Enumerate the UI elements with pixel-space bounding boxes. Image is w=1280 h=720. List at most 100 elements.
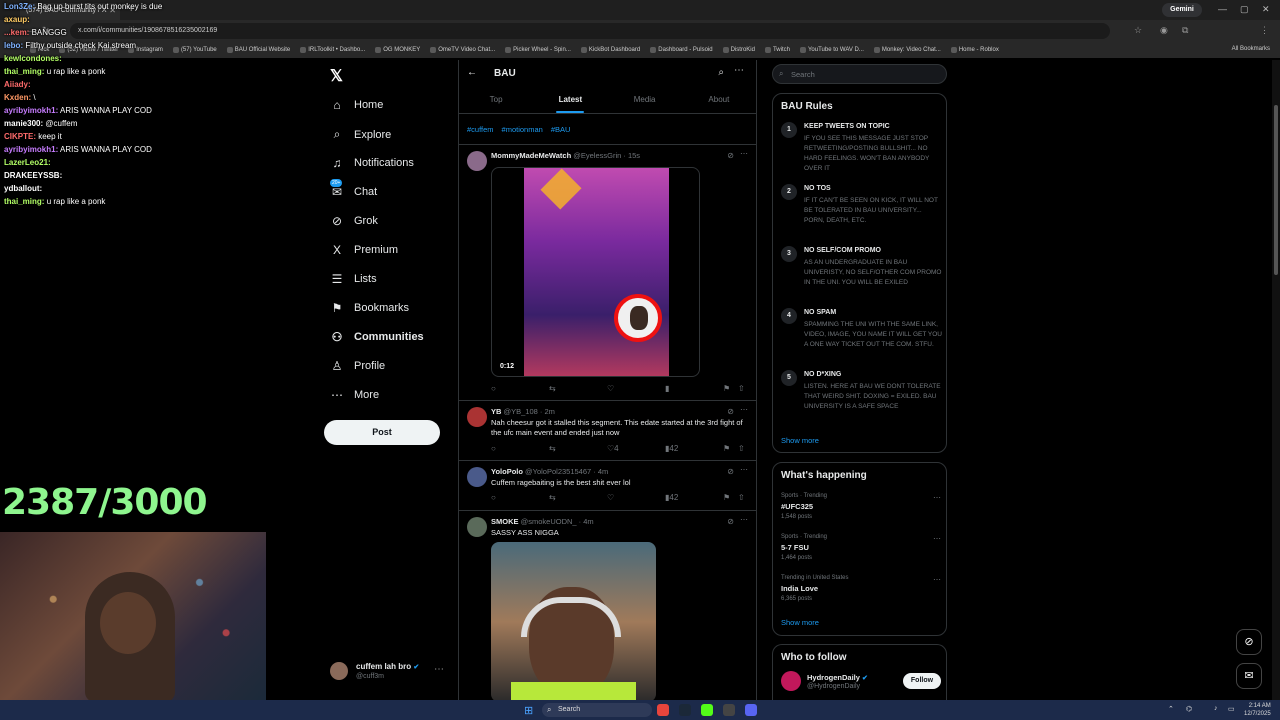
back-icon[interactable]: ←: [10, 25, 19, 35]
chrome-icon[interactable]: [657, 704, 669, 716]
browser-tab[interactable]: (574) BAU Community / X ✕: [20, 3, 120, 20]
messages-fab-icon[interactable]: ✉: [1236, 663, 1262, 689]
avatar[interactable]: [467, 407, 487, 427]
show-more-link[interactable]: Show more: [781, 436, 819, 445]
puzzle-icon[interactable]: ⧉: [1182, 25, 1188, 36]
nav-item-communities[interactable]: ⚇ Communities: [330, 330, 424, 344]
bookmark-item[interactable]: (52) Home / Twitter: [59, 47, 118, 53]
nav-item-profile[interactable]: ♙ Profile: [330, 359, 386, 373]
trend-item[interactable]: Trending in United States India Love 6,365…: [781, 575, 941, 602]
more-icon[interactable]: ⋯: [933, 493, 941, 502]
grok-icon[interactable]: ⊘: [727, 151, 734, 160]
like-icon[interactable]: ♡ 4: [607, 444, 619, 453]
bookmark-icon[interactable]: ⚑: [723, 444, 730, 453]
nav-item-chat[interactable]: ✉ Chat 20+: [330, 179, 377, 199]
bookmark-icon[interactable]: ⚑: [723, 384, 730, 393]
new-tab-icon[interactable]: +: [128, 3, 134, 15]
taskbar-search[interactable]: ⌕ Search: [542, 703, 652, 717]
steam-icon[interactable]: [679, 704, 691, 716]
more-icon[interactable]: ⋯: [740, 465, 748, 474]
reply-icon[interactable]: ○: [491, 444, 496, 453]
nav-item-home[interactable]: ⌂ Home: [330, 98, 383, 112]
grok-icon[interactable]: ⊘: [727, 467, 734, 476]
bookmark-item[interactable]: KickBot Dashboard: [580, 47, 640, 53]
avatar[interactable]: [467, 517, 487, 537]
reply-icon[interactable]: ○: [491, 384, 496, 393]
post-image[interactable]: [491, 542, 656, 700]
x-logo-icon[interactable]: 𝕏: [330, 66, 343, 86]
more-icon[interactable]: ⋯: [740, 515, 748, 524]
system-clock[interactable]: 2:14 AM 12/7/2025: [1244, 702, 1271, 718]
url-input[interactable]: x.com/i/communities/1908678516235002169: [70, 23, 1110, 39]
kick-icon[interactable]: [701, 704, 713, 716]
windows-start-icon[interactable]: ⊞: [524, 704, 533, 717]
share-icon[interactable]: ⇧: [738, 493, 745, 502]
scrollbar[interactable]: [1272, 60, 1280, 700]
bookmark-item[interactable]: Twitch: [764, 47, 790, 53]
grok-fab-icon[interactable]: ⊘: [1236, 629, 1262, 655]
bookmark-item[interactable]: Instagram: [128, 47, 163, 53]
hashtag-link[interactable]: #BAU: [551, 125, 571, 134]
volume-icon[interactable]: ♪: [1214, 705, 1218, 712]
bookmark-item[interactable]: Kick: [30, 47, 49, 53]
post[interactable]: YoloPolo @YoloPol23515467 · 4m ⊘ ⋯ Cuffe…: [459, 463, 756, 509]
all-bookmarks[interactable]: All Bookmarks: [1232, 46, 1270, 52]
bookmark-item[interactable]: DistroKid: [722, 47, 755, 53]
close-window-icon[interactable]: ✕: [1262, 4, 1270, 15]
nav-item-explore[interactable]: ⌕ Explore: [330, 127, 392, 142]
bookmark-item[interactable]: Picker Wheel - Spin...: [505, 47, 571, 53]
nav-item-notifications[interactable]: ♫ Notifications: [330, 156, 414, 170]
menu-icon[interactable]: ⋮: [1260, 25, 1269, 36]
tab-top[interactable]: Top: [459, 90, 533, 113]
bookmark-item[interactable]: OmeTV Video Chat...: [430, 47, 495, 53]
post[interactable]: SMOKE @smokeUODN_ · 4m ⊘ ⋯ SASSY ASS NIG…: [459, 513, 756, 700]
tab-about[interactable]: About: [682, 90, 756, 113]
account-switcher[interactable]: cuffem lah bro ✔ @cuff3m ⋯: [330, 660, 450, 688]
battery-icon[interactable]: ▭: [1228, 705, 1235, 713]
like-icon[interactable]: ♡: [607, 384, 614, 393]
trend-item[interactable]: Sports · Trending #UFC325 1,548 posts ⋯: [781, 493, 941, 520]
network-icon[interactable]: ⌬: [1186, 705, 1192, 713]
post[interactable]: YB @YB_108 · 2m ⊘ ⋯ Nah cheesur got it s…: [459, 403, 756, 459]
hashtag-link[interactable]: #motionman: [502, 125, 543, 134]
nav-item-more[interactable]: ⋯ More: [330, 388, 379, 402]
nav-item-premium[interactable]: X Premium: [330, 243, 398, 257]
more-icon[interactable]: ⋯: [933, 534, 941, 543]
show-more-link[interactable]: Show more: [781, 618, 819, 627]
share-icon[interactable]: ⇧: [738, 444, 745, 453]
post-button[interactable]: Post: [324, 420, 440, 445]
extension-icon[interactable]: ◉: [1160, 25, 1168, 36]
views-icon[interactable]: ▮: [665, 384, 669, 393]
back-arrow-icon[interactable]: ←: [467, 67, 477, 78]
post-author[interactable]: SMOKE: [491, 517, 519, 526]
avatar[interactable]: [467, 151, 487, 171]
grok-icon[interactable]: ⊘: [727, 407, 734, 416]
grok-icon[interactable]: ⊘: [727, 517, 734, 526]
star-icon[interactable]: ☆: [1134, 25, 1142, 36]
views-icon[interactable]: ▮ 42: [665, 444, 678, 453]
bookmark-item[interactable]: Home - Roblox: [950, 47, 999, 53]
repost-icon[interactable]: ⇆: [549, 384, 556, 393]
forward-icon[interactable]: →: [26, 25, 35, 35]
post-author[interactable]: MommyMadeMeWatch: [491, 151, 571, 160]
like-icon[interactable]: ♡: [607, 493, 614, 502]
bookmark-item[interactable]: OG MONKEY: [375, 47, 420, 53]
more-icon[interactable]: ⋯: [740, 405, 748, 414]
hashtag-link[interactable]: #cuffem: [467, 125, 494, 134]
maximize-icon[interactable]: ▢: [1240, 4, 1249, 15]
reload-icon[interactable]: ↻: [42, 25, 50, 36]
discord-icon[interactable]: [745, 704, 757, 716]
minimize-icon[interactable]: —: [1218, 4, 1227, 14]
share-icon[interactable]: ⇧: [738, 384, 745, 393]
bookmark-item[interactable]: IRLToolkit • Dashbo...: [300, 47, 365, 53]
avatar[interactable]: [467, 467, 487, 487]
post-author[interactable]: YB: [491, 407, 501, 416]
views-icon[interactable]: ▮ 42: [665, 493, 678, 502]
more-icon[interactable]: ⋯: [740, 149, 748, 158]
post-author[interactable]: YoloPolo: [491, 467, 523, 476]
tab-media[interactable]: Media: [608, 90, 682, 113]
bookmark-item[interactable]: Dashboard - Pulsoid: [650, 47, 713, 53]
tray-chevron-icon[interactable]: ⌃: [1168, 705, 1174, 713]
trend-item[interactable]: Sports · Trending 5-7 FSU 1,464 posts ⋯: [781, 534, 941, 561]
repost-icon[interactable]: ⇆: [549, 493, 556, 502]
